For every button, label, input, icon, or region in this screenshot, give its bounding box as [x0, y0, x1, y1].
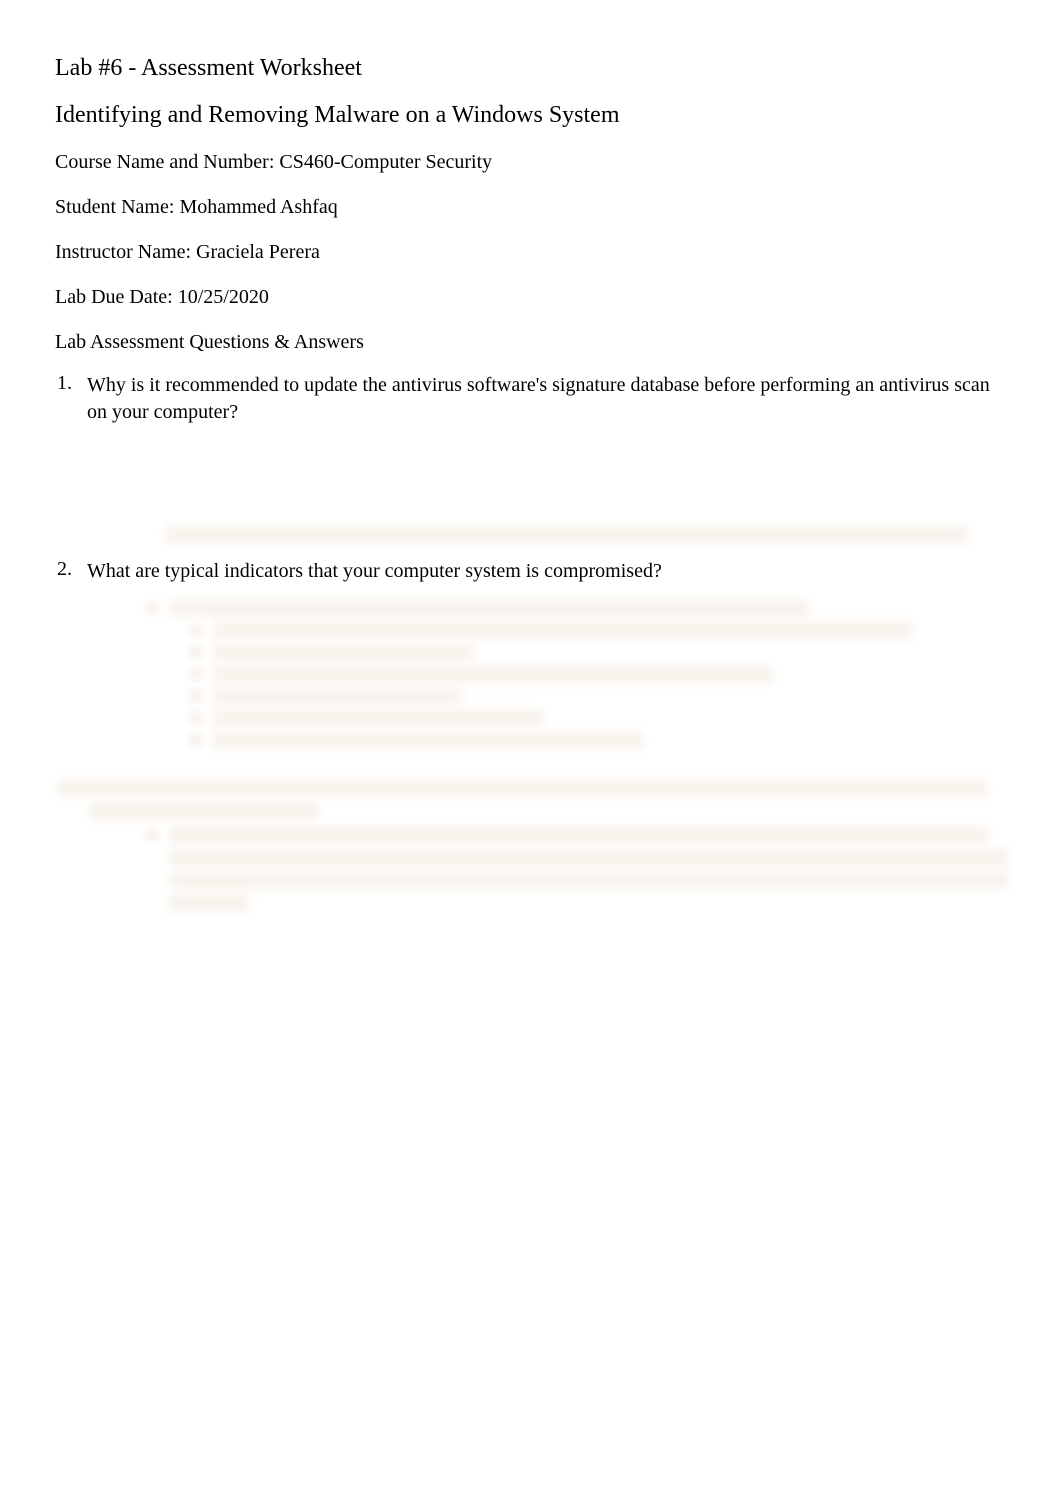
student-line: Student Name: Mohammed Ashfaq — [55, 196, 1007, 219]
student-value: Mohammed Ashfaq — [179, 196, 337, 218]
blurred-bullet-icon — [145, 828, 159, 842]
course-line: Course Name and Number: CS460-Computer S… — [55, 151, 1007, 174]
blurred-text — [213, 687, 463, 705]
student-label: Student Name: — [55, 196, 179, 218]
blurred-text — [89, 802, 319, 820]
blurred-bullet-icon — [189, 689, 203, 703]
instructor-line: Instructor Name: Graciela Perera — [55, 241, 1007, 264]
blurred-text — [213, 665, 773, 683]
blurred-text — [169, 894, 249, 912]
blurred-answer-1 — [165, 526, 967, 544]
blurred-bullet-icon — [189, 733, 203, 747]
blurred-question-3 — [57, 779, 1007, 820]
course-label: Course Name and Number: — [55, 151, 279, 173]
lab-subtitle: Identifying and Removing Malware on a Wi… — [55, 102, 1007, 129]
answer-1-gap — [55, 440, 1007, 526]
blurred-text — [213, 731, 643, 749]
blurred-text — [213, 621, 913, 639]
blurred-text — [169, 599, 809, 617]
blurred-text — [169, 826, 989, 844]
blurred-bullet-icon — [145, 601, 159, 615]
blurred-text — [169, 848, 1009, 866]
lab-title: Lab #6 - Assessment Worksheet — [55, 55, 1007, 82]
due-date-label: Lab Due Date: — [55, 286, 178, 308]
due-date-value: 10/25/2020 — [178, 286, 269, 308]
question-2: 2. What are typical indicators that your… — [55, 558, 1007, 585]
question-number: 2. — [55, 558, 87, 585]
instructor-label: Instructor Name: — [55, 241, 196, 263]
instructor-value: Graciela Perera — [196, 241, 320, 263]
course-value: CS460-Computer Security — [279, 151, 492, 173]
gap — [55, 753, 1007, 771]
blurred-answer-2 — [145, 599, 1007, 749]
blurred-bullet-icon — [189, 667, 203, 681]
due-date-line: Lab Due Date: 10/25/2020 — [55, 286, 1007, 309]
blurred-bullet-icon — [189, 645, 203, 659]
blurred-text — [57, 779, 987, 797]
qa-heading: Lab Assessment Questions & Answers — [55, 331, 1007, 354]
question-number: 1. — [55, 372, 87, 426]
blurred-text — [213, 709, 543, 727]
blurred-answer-3 — [145, 826, 1007, 912]
blurred-text — [169, 871, 1009, 889]
question-text: What are typical indicators that your co… — [87, 558, 1007, 585]
blurred-bullet-icon — [189, 711, 203, 725]
blurred-bullet-icon — [189, 623, 203, 637]
question-text: Why is it recommended to update the anti… — [87, 372, 1007, 426]
question-1: 1. Why is it recommended to update the a… — [55, 372, 1007, 426]
blurred-text — [213, 643, 473, 661]
